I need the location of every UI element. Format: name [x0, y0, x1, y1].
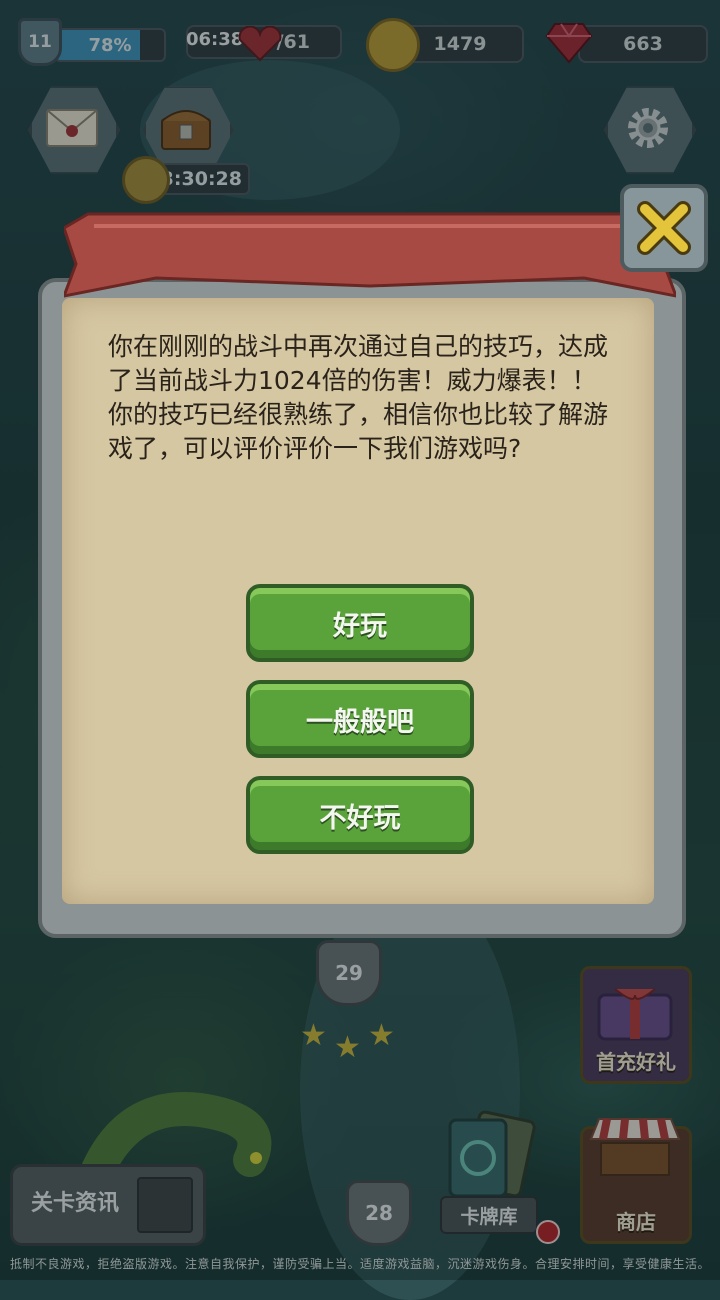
dialog-message: 你在刚刚的战斗中再次通过自己的技巧，达成了当前战斗力1024倍的伤害！威力爆表！…	[108, 332, 609, 463]
option-label: 不好玩	[319, 802, 401, 834]
option-not-fun-button[interactable]: 不好玩	[246, 776, 474, 854]
option-label: 好玩	[333, 610, 387, 642]
option-label: 一般般吧	[306, 706, 414, 738]
option-average-button[interactable]: 一般般吧	[246, 680, 474, 758]
close-icon	[637, 201, 691, 255]
dialog-ribbon	[64, 212, 676, 298]
close-button[interactable]	[620, 184, 708, 272]
option-fun-button[interactable]: 好玩	[246, 584, 474, 662]
